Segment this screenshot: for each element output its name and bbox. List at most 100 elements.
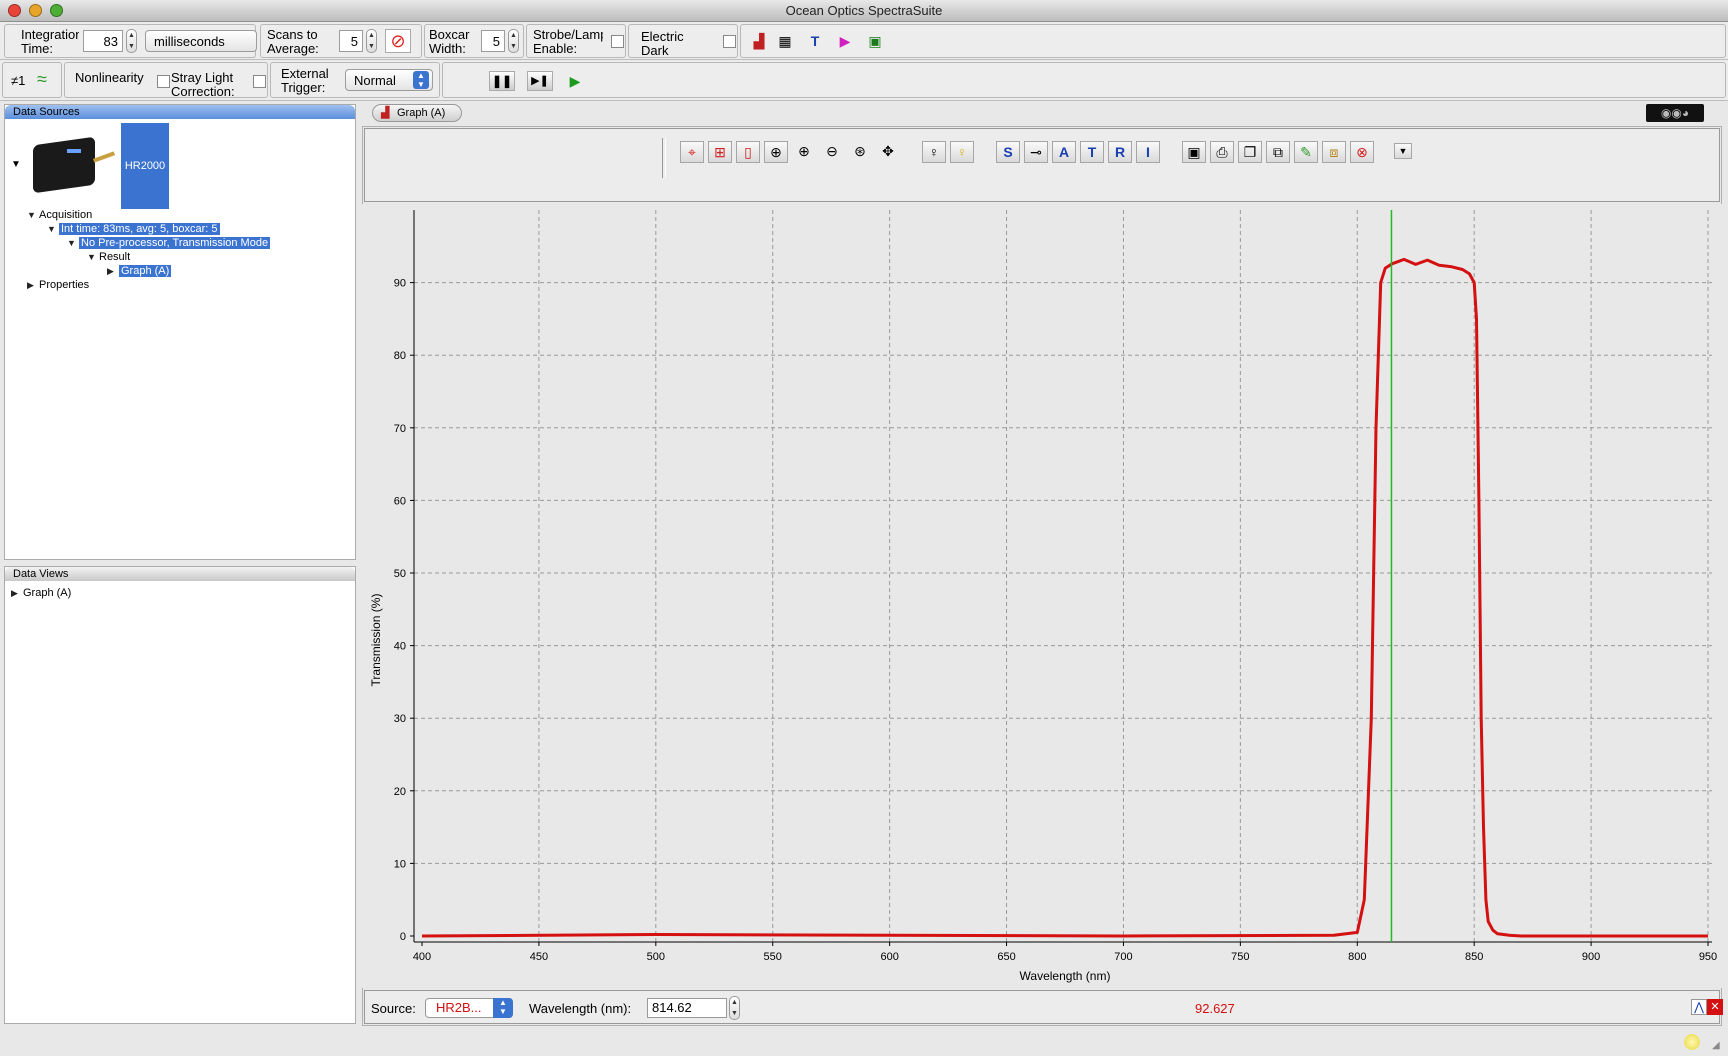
scans-group: Scans to Average: 5 ▲ ▼ ⊘ [260,24,422,58]
nonlinearity-group: Nonlinearity Stray Light Correction: [64,62,268,99]
source-label: Source: [371,1001,416,1016]
zoom-area-icon[interactable]: ⊕ [764,141,788,163]
wavelength-label: Wavelength (nm): [529,1001,632,1016]
data-sources-panel: Data Sources ▼ HR2000 ▼ Acquisition ▼ Int … [4,104,356,560]
save-icon[interactable]: ▣ [1182,141,1206,163]
ext-trigger-label: External Trigger: [281,67,329,95]
lamp-off-icon[interactable]: ♀ [922,141,946,163]
expand-icon[interactable]: ▼ [47,223,59,236]
tree-properties[interactable]: ▶ Properties [27,279,89,292]
dark-subtract-icon[interactable]: ⊸ [1024,141,1048,163]
data-views-panel: Data Views ▶ Graph (A) [4,566,356,1024]
mode-s-button[interactable]: S [996,141,1020,163]
status-light-icon [1684,1034,1700,1050]
y-tick-label: 40 [394,641,406,653]
zoom-fit-icon[interactable]: ⊛ [848,141,872,163]
electric-dark-checkbox[interactable] [723,35,736,48]
spectrum-icon[interactable]: ▣ [865,31,885,51]
tree-view-graph[interactable]: ▶ Graph (A) [11,587,71,600]
strobe-checkbox[interactable] [611,35,624,48]
device-label[interactable]: HR2000 [121,123,169,209]
x-axis-label: Wavelength (nm) [1020,969,1111,983]
close-icon[interactable]: ✕ [1707,999,1723,1015]
integration-time-stepper[interactable]: ▲ ▼ [126,29,137,53]
stray-light-label: Stray Light Correction: [171,71,235,99]
stop-icon[interactable]: ⊘ [385,29,411,53]
tree-acquisition[interactable]: ▼ Acquisition [27,209,92,222]
collapse-icon[interactable]: ▶ [107,265,119,278]
mode-a-button[interactable]: A [1052,141,1076,163]
scans-stepper[interactable]: ▲ ▼ [366,29,377,53]
view-switch-icons[interactable]: ◉◉◕ [1646,104,1704,122]
expand-icon[interactable]: ▼ [67,237,79,250]
strobe-group: Strobe/Lamp Enable: [526,24,626,58]
resize-grip-icon[interactable]: ◢ [1712,1040,1724,1052]
collapse-icon[interactable]: ▶ [11,587,23,600]
tree-params[interactable]: ▼ Int time: 83ms, avg: 5, boxcar: 5 [47,223,220,236]
result-label: Result [99,251,131,263]
tree-result[interactable]: ▼ Result [87,251,130,264]
zoom-in-icon[interactable]: ⊕ [792,141,816,163]
expand-icon[interactable]: ▼ [87,251,99,264]
y-tick-label: 10 [394,858,406,870]
y-axis-label: Transmission (%) [369,594,383,687]
scans-to-average-input[interactable]: 5 [339,30,363,52]
x-tick-label: 850 [1465,951,1483,963]
step-button[interactable]: ▶❚ [527,71,553,91]
spectrometer-image [27,131,116,194]
expand-icon[interactable]: ▼ [27,209,39,222]
lamp-on-icon[interactable]: ♀ [950,141,974,163]
zoom-box-icon[interactable]: ⊞ [708,141,732,163]
integration-time-input[interactable]: 83 [83,30,123,52]
view-tools-group: ▟ ▦ T ▶ ▣ [740,24,1726,58]
nonlinearity-checkbox[interactable] [157,75,170,88]
zoom-vertical-icon[interactable]: ▯ [736,141,760,163]
wavelength-stepper[interactable]: ▲ ▼ [729,996,740,1020]
graph-tab[interactable]: ▟ Graph (A) [372,104,462,122]
window-title: Ocean Optics SpectraSuite [785,3,943,18]
mode-i-button[interactable]: I [1136,141,1160,163]
title-bar: Ocean Optics SpectraSuite [0,0,1728,22]
delete-icon[interactable]: ⊗ [1350,141,1374,163]
chart-background [362,204,1722,988]
x-tick-label: 450 [530,951,548,963]
mode-r-button[interactable]: R [1108,141,1132,163]
pause-button[interactable]: ❚❚ [489,71,515,91]
export-icon[interactable]: ⧈ [1322,141,1346,163]
graph-view-icon[interactable]: ▟ [749,31,769,51]
properties-label: Properties [39,279,90,291]
acquisition-toolbar: Integration Time: 83 ▲ ▼ milliseconds Sca… [0,22,1728,60]
tree-graph[interactable]: ▶ Graph (A) [107,265,172,278]
mode-t-button[interactable]: T [1080,141,1104,163]
print-icon[interactable]: ⎙ [1210,141,1234,163]
collapse-icon[interactable]: ▶ [27,279,39,292]
tree-processor[interactable]: ▼ No Pre-processor, Transmission Mode [67,237,271,250]
x-tick-label: 400 [413,951,431,963]
chevron-updown-icon: ▲ ▼ [493,998,513,1018]
x-tick-label: 750 [1231,951,1249,963]
copy-icon[interactable]: ❐ [1238,141,1262,163]
zoom-out-icon[interactable]: ⊖ [820,141,844,163]
peak-toggle-icon[interactable]: ⋀ [1691,999,1707,1015]
toolbar-menu-icon[interactable]: ▼ [1394,143,1412,159]
marker-label: ≠1 [11,73,26,88]
spectrum-chart[interactable]: 400 450 500 550 600 650 700 750 800 850 900 950 0 10 2… [362,204,1722,988]
expand-device-icon[interactable]: ▼ [11,159,21,170]
peak-icon[interactable]: ✎ [1294,141,1318,163]
wavelength-input[interactable]: 814.62 [647,998,727,1018]
boxcar-stepper[interactable]: ▲ ▼ [508,29,519,53]
x-tick-label: 700 [1114,951,1132,963]
text-tool-icon[interactable]: T [805,31,825,51]
wave-icon[interactable]: ≈ [37,69,47,90]
y-tick-label: 70 [394,423,406,435]
time-unit-select[interactable]: milliseconds [145,30,257,52]
source-select[interactable]: HR2B... ▲ ▼ [425,998,513,1018]
overlay-icon[interactable]: ⧉ [1266,141,1290,163]
color-icon[interactable]: ▶ [835,31,855,51]
boxcar-width-input[interactable]: 5 [481,30,505,52]
stray-light-checkbox[interactable] [253,75,266,88]
play-button[interactable]: ▶ [565,71,585,91]
table-view-icon[interactable]: ▦ [775,31,795,51]
pan-icon[interactable]: ✥ [876,141,900,163]
cursor-crosshair-icon[interactable]: ⌖ [680,141,704,163]
